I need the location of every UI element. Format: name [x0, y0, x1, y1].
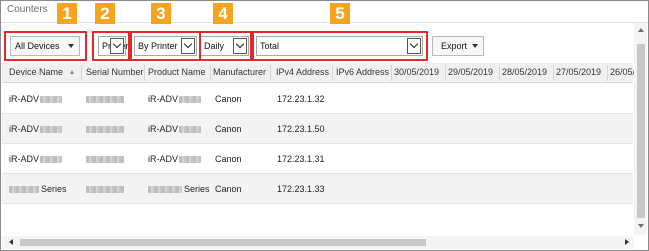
- product-name-cell: iR-ADV: [148, 94, 202, 104]
- callout-badge-4: 4: [213, 3, 233, 24]
- serial-number-cell: [86, 94, 124, 104]
- serial-number-cell: [86, 154, 124, 164]
- column-header-date-2[interactable]: 29/05/2019: [448, 67, 493, 77]
- manufacturer-cell: Canon: [215, 94, 242, 104]
- ipv4-cell: 172.23.1.50: [277, 124, 325, 134]
- manufacturer-cell: Canon: [215, 184, 242, 194]
- table-header: Device Name Serial Number Product Name M…: [2, 63, 635, 83]
- serial-number-cell: [86, 184, 124, 194]
- redacted-text: [86, 156, 124, 164]
- highlight-box-4: [199, 31, 252, 61]
- column-divider: [332, 65, 333, 81]
- column-divider: [210, 65, 211, 81]
- export-button[interactable]: Export: [432, 36, 484, 56]
- product-name-text: Series: [184, 184, 210, 194]
- column-header-serial-number[interactable]: Serial Number: [86, 67, 144, 77]
- ipv4-cell: 172.23.1.32: [277, 94, 325, 104]
- column-header-manufacturer[interactable]: Manufacturer: [213, 67, 266, 77]
- redacted-text: [40, 156, 63, 164]
- column-header-ipv4[interactable]: IPv4 Address: [276, 67, 329, 77]
- product-name-text: iR-ADV: [148, 154, 179, 164]
- device-name-cell: iR-ADV: [9, 124, 63, 134]
- callout-badge-2: 2: [95, 3, 115, 24]
- column-header-date-1[interactable]: 30/05/2019: [394, 67, 439, 77]
- ipv4-cell: 172.23.1.33: [277, 184, 325, 194]
- column-divider: [144, 65, 145, 81]
- column-header-ipv6[interactable]: IPv6 Address: [336, 67, 389, 77]
- callout-badge-3: 3: [151, 3, 171, 24]
- scroll-up-icon[interactable]: [638, 28, 644, 32]
- table-row[interactable]: iR-ADV iR-ADV Canon 172.23.1.32: [2, 84, 633, 114]
- highlight-box-2: [92, 31, 130, 61]
- highlight-box-1: [4, 31, 87, 61]
- redacted-text: [179, 156, 202, 164]
- scroll-down-icon[interactable]: [638, 224, 644, 228]
- product-name-text: iR-ADV: [148, 124, 179, 134]
- product-name-cell: iR-ADV: [148, 124, 202, 134]
- device-name-text: iR-ADV: [9, 154, 40, 164]
- column-divider: [499, 65, 500, 81]
- column-divider: [270, 65, 271, 81]
- column-divider: [553, 65, 554, 81]
- column-divider: [445, 65, 446, 81]
- redacted-text: [86, 186, 124, 194]
- horizontal-scrollbar-thumb[interactable]: [20, 239, 426, 246]
- manufacturer-cell: Canon: [215, 124, 242, 134]
- panel-title: Counters: [7, 4, 48, 15]
- vertical-scrollbar-thumb[interactable]: [637, 44, 645, 218]
- callout-badge-1: 1: [57, 3, 77, 24]
- column-divider: [391, 65, 392, 81]
- table-row[interactable]: iR-ADV iR-ADV Canon 172.23.1.31: [2, 144, 633, 174]
- column-header-date-3[interactable]: 28/05/2019: [502, 67, 547, 77]
- scroll-left-icon[interactable]: [9, 239, 13, 245]
- column-header-date-4[interactable]: 27/05/2019: [556, 67, 601, 77]
- redacted-text: [40, 126, 63, 134]
- column-divider: [607, 65, 608, 81]
- column-divider: [81, 65, 82, 81]
- table-row[interactable]: Series Series Canon 172.23.1.33: [2, 174, 633, 204]
- redacted-text: [86, 126, 124, 134]
- export-label: Export: [441, 41, 468, 51]
- device-name-cell: iR-ADV: [9, 154, 63, 164]
- chevron-down-icon: [472, 44, 478, 48]
- device-name-text: iR-ADV: [9, 124, 40, 134]
- column-header-product-name[interactable]: Product Name: [148, 67, 206, 77]
- callout-badge-5: 5: [330, 3, 350, 24]
- redacted-text: [148, 186, 182, 194]
- ipv4-cell: 172.23.1.31: [277, 154, 325, 164]
- redacted-text: [9, 186, 39, 194]
- column-header-date-5[interactable]: 26/05/: [610, 67, 635, 77]
- product-name-cell: Series: [148, 184, 210, 194]
- device-name-text: Series: [41, 184, 67, 194]
- product-name-cell: iR-ADV: [148, 154, 202, 164]
- device-name-cell: Series: [9, 184, 67, 194]
- redacted-text: [179, 126, 202, 134]
- highlight-box-5: [252, 31, 428, 61]
- table-row[interactable]: iR-ADV iR-ADV Canon 172.23.1.50: [2, 114, 633, 144]
- device-name-text: iR-ADV: [9, 94, 40, 104]
- device-name-cell: iR-ADV: [9, 94, 63, 104]
- redacted-text: [40, 96, 63, 104]
- column-header-device-name[interactable]: Device Name: [9, 67, 63, 77]
- redacted-text: [179, 96, 202, 104]
- sort-ascending-icon[interactable]: [70, 70, 74, 74]
- serial-number-cell: [86, 124, 124, 134]
- manufacturer-cell: Canon: [215, 154, 242, 164]
- scroll-right-icon[interactable]: [625, 239, 629, 245]
- redacted-text: [86, 96, 124, 104]
- product-name-text: iR-ADV: [148, 94, 179, 104]
- highlight-box-3: [130, 31, 201, 61]
